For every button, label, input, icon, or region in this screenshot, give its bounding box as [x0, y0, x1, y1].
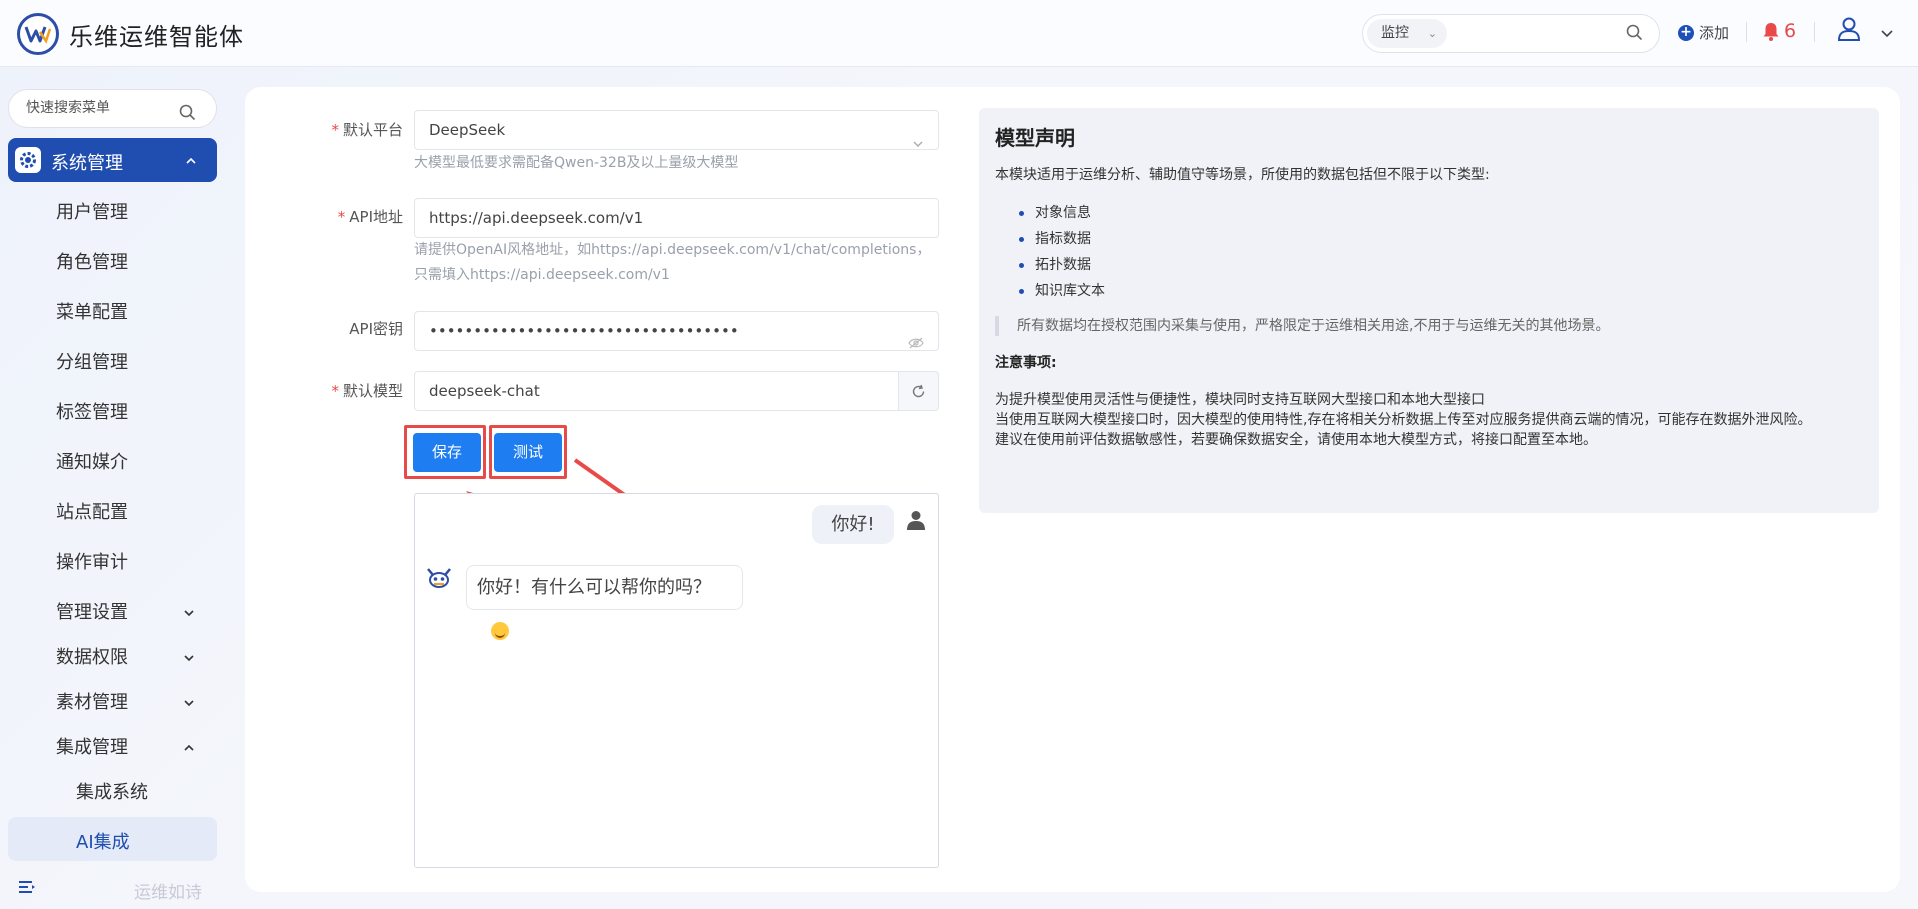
list-item: 拓扑数据 — [1019, 252, 1863, 278]
menu-label: 系统管理 — [51, 153, 123, 174]
group-label: 素材管理 — [56, 692, 128, 713]
add-label: 添加 — [1699, 24, 1730, 42]
sidebar: 快速搜索菜单 系统管理 用户管理 角色管理 菜单配置 分组管理 标签管理 通知媒… — [0, 67, 230, 909]
search-icon[interactable] — [179, 99, 196, 136]
note-line: 为提升模型使用灵活性与便捷性，模块同时支持互联网大型接口和本地大型接口 — [995, 392, 1485, 408]
declaration-title: 模型声明 — [995, 126, 1075, 150]
sidebar-item-integration-systems[interactable]: 集成系统 — [76, 778, 148, 804]
global-search[interactable]: 监控 ⌄ — [1362, 14, 1660, 53]
note-line: 当使用互联网大模型接口时，因大模型的使用特性,存在将相关分析数据上传至对应服务提… — [995, 412, 1812, 428]
app-title: 乐维运维智能体 — [69, 23, 244, 51]
chevron-up-icon — [183, 736, 195, 757]
sidebar-item-roles[interactable]: 角色管理 — [56, 248, 128, 274]
api-url-hint-2: 只需填入https://api.deepseek.com/v1 — [414, 267, 670, 283]
sub-item-label: AI集成 — [76, 832, 130, 853]
sidebar-item-audit[interactable]: 操作审计 — [56, 548, 128, 574]
notice-notes: 为提升模型使用灵活性与便捷性，模块同时支持互联网大型接口和本地大型接口 当使用互… — [995, 390, 1863, 450]
menu-search-input[interactable]: 快速搜索菜单 — [8, 89, 217, 128]
api-key-input[interactable]: ••••••••••••••••••••••••••••••••••• — [414, 311, 939, 351]
plus-icon: + — [1678, 24, 1694, 41]
eye-hidden-icon[interactable] — [908, 325, 924, 363]
api-key-value: ••••••••••••••••••••••••••••••••••• — [429, 322, 739, 340]
list-item: 对象信息 — [1019, 200, 1863, 226]
group-label: 数据权限 — [56, 647, 128, 668]
platform-hint: 大模型最低要求需配备Qwen-32B及以上量级大模型 — [414, 155, 739, 171]
divider — [1746, 22, 1747, 42]
chevron-down-icon — [183, 646, 195, 667]
platform-value: DeepSeek — [429, 121, 506, 139]
sidebar-item-groups[interactable]: 分组管理 — [56, 348, 128, 374]
search-category-value: 监控 — [1381, 25, 1409, 41]
sidebar-item-notification-media[interactable]: 通知媒介 — [56, 448, 128, 474]
declaration-intro: 本模块适用于运维分析、辅助值守等场景，所使用的数据包括但不限于以下类型: — [995, 167, 1490, 183]
divider — [1814, 22, 1815, 42]
sidebar-group-materials[interactable]: 素材管理 — [56, 688, 206, 714]
api-url-hint-1: 请提供OpenAI风格地址，如https://api.deepseek.com/… — [414, 242, 931, 258]
save-button[interactable]: 保存 — [413, 433, 481, 472]
model-input[interactable]: deepseek-chat — [414, 371, 900, 411]
smile-emoji-icon — [491, 622, 509, 640]
sidebar-item-users[interactable]: 用户管理 — [56, 198, 128, 224]
group-label: 管理设置 — [56, 602, 128, 623]
note-line: 建议在使用前评估数据敏感性，若要确保数据安全，请使用本地大模型方式，将接口配置至… — [995, 432, 1597, 448]
bell-icon — [1763, 22, 1779, 41]
model-label: * 默认模型 — [331, 382, 403, 400]
bot-avatar-icon — [425, 566, 453, 594]
list-item: 知识库文本 — [1019, 278, 1863, 304]
app-logo[interactable] — [17, 13, 59, 55]
alert-count: 6 — [1784, 20, 1797, 42]
gear-icon — [15, 147, 41, 173]
search-icon[interactable] — [1626, 24, 1643, 45]
user-avatar-icon — [907, 510, 925, 534]
model-value: deepseek-chat — [429, 382, 540, 400]
test-button[interactable]: 测试 — [494, 433, 562, 472]
bot-message-text: 你好！有什么可以帮你的吗？ — [477, 577, 711, 598]
notification-button[interactable]: 6 — [1762, 20, 1796, 42]
declaration-quote: 所有数据均在授权范围内采集与使用，严格限定于运维相关用途,不用于与运维无关的其他… — [995, 316, 1863, 336]
refresh-icon — [912, 384, 925, 397]
chevron-down-icon: ⌄ — [1427, 27, 1437, 40]
top-header: 乐维运维智能体 监控 ⌄ + 添加 6 — [0, 0, 1918, 67]
model-declaration-panel: 模型声明 本模块适用于运维分析、辅助值守等场景，所使用的数据包括但不限于以下类型… — [979, 108, 1879, 513]
menu-search-placeholder: 快速搜索菜单 — [26, 100, 110, 116]
chevron-down-icon — [183, 601, 195, 622]
bot-message-bubble: 你好！有什么可以帮你的吗？ — [466, 565, 743, 640]
notice-title: 注意事项: — [995, 355, 1057, 371]
chevron-down-icon — [183, 691, 195, 712]
menu-system-management[interactable]: 系统管理 — [8, 138, 217, 182]
platform-label: * 默认平台 — [331, 121, 403, 139]
platform-select[interactable]: DeepSeek — [414, 110, 939, 150]
user-message-bubble: 你好! — [812, 505, 894, 544]
refresh-models-button[interactable] — [898, 371, 939, 411]
sidebar-item-ai-integration[interactable]: AI集成 — [8, 817, 217, 861]
sidebar-group-data-permissions[interactable]: 数据权限 — [56, 643, 206, 669]
api-url-label: * API地址 — [337, 208, 403, 226]
chevron-up-icon — [185, 150, 197, 169]
group-label: 集成管理 — [56, 737, 128, 758]
user-icon[interactable] — [1837, 17, 1861, 45]
chevron-down-icon[interactable] — [1880, 24, 1894, 43]
data-type-list: 对象信息 指标数据 拓扑数据 知识库文本 — [1019, 200, 1863, 304]
sidebar-item-tags[interactable]: 标签管理 — [56, 398, 128, 424]
api-key-label: API密钥 — [349, 320, 403, 338]
menu-collapse-icon[interactable] — [18, 879, 36, 899]
add-button[interactable]: + 添加 — [1678, 22, 1729, 43]
sidebar-group-admin-settings[interactable]: 管理设置 — [56, 598, 206, 624]
sidebar-footer-text: 运维如诗 — [134, 883, 202, 903]
api-url-value: https://api.deepseek.com/v1 — [429, 209, 644, 227]
sidebar-group-integration[interactable]: 集成管理 — [56, 733, 206, 759]
chat-test-panel[interactable]: 你好! 你好！有什么可以帮你的吗？ — [414, 493, 939, 868]
sidebar-item-site-config[interactable]: 站点配置 — [56, 498, 128, 524]
search-category-select[interactable]: 监控 ⌄ — [1367, 19, 1447, 48]
sidebar-item-menu-config[interactable]: 菜单配置 — [56, 298, 128, 324]
api-url-input[interactable]: https://api.deepseek.com/v1 — [414, 198, 939, 238]
list-item: 指标数据 — [1019, 226, 1863, 252]
